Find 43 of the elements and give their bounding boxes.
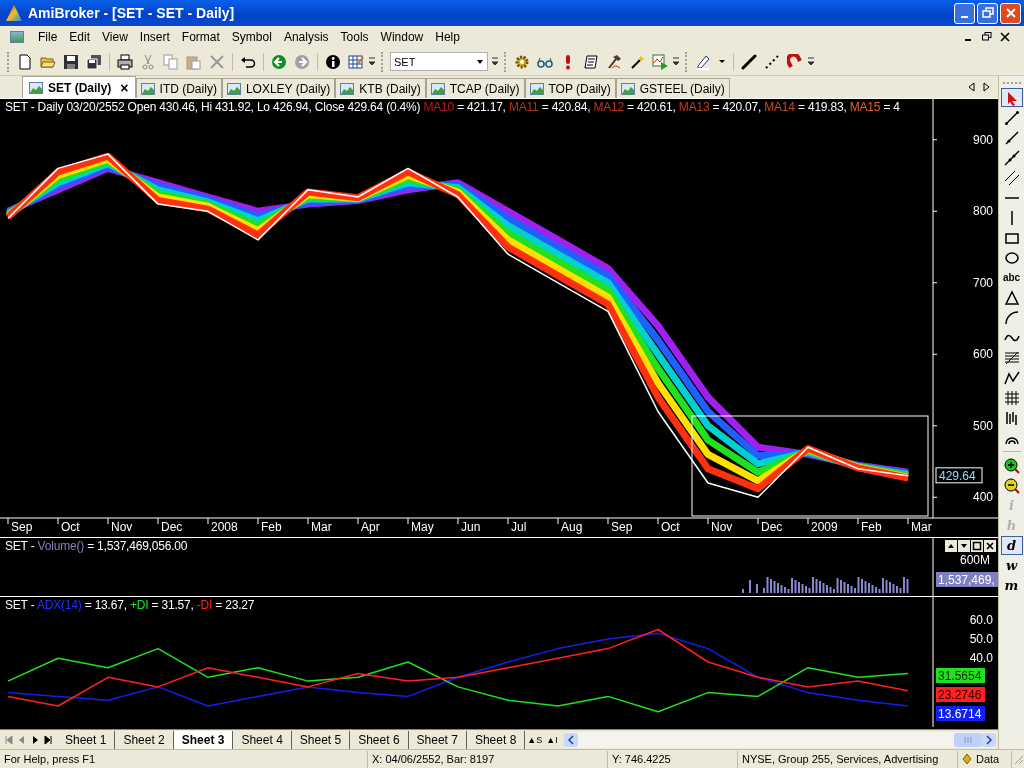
axis-label: Jul xyxy=(511,520,527,534)
indicator-value-label: 23.2746 xyxy=(936,687,985,702)
axis-label: 600 xyxy=(972,347,993,362)
axis-label: Dec xyxy=(161,520,183,534)
axis-label: Feb xyxy=(861,520,882,534)
axis-label: 800 xyxy=(972,204,993,219)
axis-label: Oct xyxy=(61,520,80,534)
axis-label: Jun xyxy=(461,520,481,534)
axis-label: May xyxy=(411,520,434,534)
status-text: Data xyxy=(976,751,1000,767)
axis-label: 700 xyxy=(972,275,993,290)
axis-label: 2008 xyxy=(211,520,238,534)
axis-label: Mar xyxy=(311,520,332,534)
axis-label: 60.0 xyxy=(969,612,993,627)
axis-label: Dec xyxy=(761,520,783,534)
axis-label: 900 xyxy=(972,132,993,147)
window-title: AmiBroker - [SET - SET - Daily] xyxy=(28,5,236,21)
axis-label: Aug xyxy=(561,520,583,534)
status-text: Y: 746.4225 xyxy=(608,750,738,768)
axis-label: 2009 xyxy=(811,520,838,534)
axis-label: Nov xyxy=(711,520,733,534)
axis-label: 400 xyxy=(972,490,993,505)
axis-label: Oct xyxy=(661,520,680,534)
status-text: X: 04/06/2552, Bar: 8197 xyxy=(368,750,608,768)
axis-label: 50.0 xyxy=(969,632,993,647)
axis-label: Feb xyxy=(261,520,282,534)
status-text: NYSE, Group 255, Services, Advertising xyxy=(738,750,958,768)
axis-label: Nov xyxy=(111,520,133,534)
chart-legend: SET - Daily 03/20/2552 Open 430.46, Hi 431.92, Lo 426.94, Close 429.64 (0.4%) MA10 = 421.17, MA11 = 420.84, MA12 = 420.61, MA13 = 420.07, MA14 = 419.83, MA15 = 4 xyxy=(5,100,900,114)
indicator-value-label: 13.6714 xyxy=(936,706,985,721)
axis-label: Sep xyxy=(611,520,633,534)
chart-legend: SET - ADX(14) = 13.67, +DI = 31.57, -DI = 23.27 xyxy=(5,598,255,612)
axis-label: Apr xyxy=(361,520,380,534)
axis-label: 600M xyxy=(959,553,990,567)
indicator-value-label: 31.5654 xyxy=(936,668,985,683)
last-volume-label: 1,537,469, xyxy=(936,572,998,587)
axis-label: 40.0 xyxy=(969,651,993,666)
axis-label: 500 xyxy=(972,418,993,433)
status-text: For Help, press F1 xyxy=(0,750,368,768)
axis-label: Sep xyxy=(11,520,33,534)
axis-label: Mar xyxy=(911,520,932,534)
last-price-label: 429.64 xyxy=(935,467,983,484)
chart-legend: SET - Volume() = 1,537,469,056.00 xyxy=(5,539,188,553)
